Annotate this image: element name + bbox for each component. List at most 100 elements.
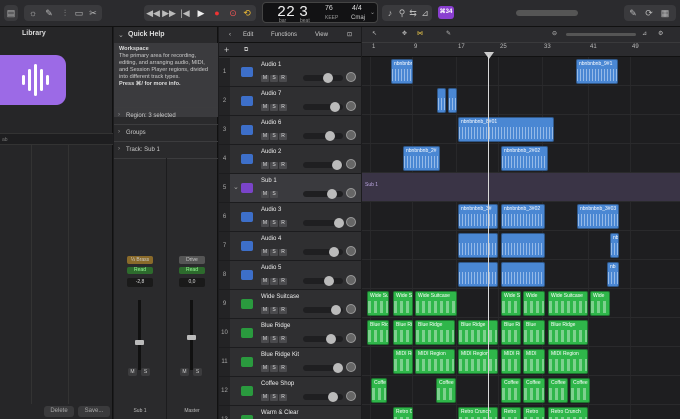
snap-icon[interactable]: ⋈ xyxy=(417,30,423,37)
track-header-2[interactable]: 2 Audio 7 MSR xyxy=(219,87,361,116)
pan-knob[interactable] xyxy=(346,362,356,372)
track-name[interactable]: Audio 1 xyxy=(261,62,281,68)
pan-knob[interactable] xyxy=(346,72,356,82)
loops-icon[interactable]: ⟳ xyxy=(642,6,656,20)
audio-region[interactable]: nbnbnbnb_8#01 xyxy=(458,117,554,142)
fader-sub1[interactable] xyxy=(138,300,141,370)
zoom-icon[interactable]: ⊖ xyxy=(552,30,557,37)
track-header-13[interactable]: 13Warm & ClearMSR xyxy=(219,406,361,419)
midi-region[interactable]: Blue xyxy=(523,320,545,345)
automation-mode[interactable]: Read xyxy=(127,267,153,274)
back-icon[interactable]: ‹ xyxy=(225,30,235,40)
audio-region[interactable] xyxy=(458,262,498,287)
pan-knob[interactable] xyxy=(346,130,356,140)
audio-region[interactable]: nb xyxy=(607,262,619,287)
track-header-4[interactable]: 4 Audio 2 MSR xyxy=(219,145,361,174)
mute-button[interactable]: M xyxy=(261,133,269,140)
track-inspector[interactable]: › Track: Sub 1 xyxy=(114,141,218,158)
track-header-6[interactable]: 6 Audio 3 MSR xyxy=(219,203,361,232)
midi-region[interactable]: Retro xyxy=(501,407,521,419)
midi-region[interactable]: Coffee xyxy=(548,378,568,403)
midi-region[interactable]: Wide Suitcase xyxy=(548,291,588,316)
automation-mode[interactable]: Read xyxy=(179,267,205,274)
scissors-icon[interactable]: ✂ xyxy=(86,6,100,20)
playhead[interactable] xyxy=(488,55,489,419)
audio-region[interactable] xyxy=(501,262,545,287)
midi-region[interactable]: Coffee xyxy=(523,378,545,403)
midi-region[interactable]: Blue Ridge xyxy=(458,320,498,345)
solo-button[interactable]: S xyxy=(270,336,278,343)
mute-button[interactable]: M xyxy=(261,191,269,198)
audio-region[interactable]: nbnbnbnb_3#03 xyxy=(577,204,619,229)
patch-icon[interactable] xyxy=(0,55,66,105)
track-name[interactable]: Audio 6 xyxy=(261,120,281,126)
fader-knob-sub1[interactable] xyxy=(135,340,144,345)
volume-knob[interactable] xyxy=(334,218,344,228)
mute-button[interactable]: M xyxy=(261,278,269,285)
record-enable-button[interactable]: R xyxy=(279,162,287,169)
solo-button[interactable]: S xyxy=(270,249,278,256)
audio-region[interactable]: nbnbnbnb_9#1 xyxy=(576,59,618,84)
midi-region[interactable]: Blue Ridge xyxy=(367,320,389,345)
fader-knob-master[interactable] xyxy=(187,335,196,340)
region-inspector[interactable]: › Region: 3 selected xyxy=(114,107,218,124)
solo-button[interactable]: S xyxy=(270,220,278,227)
midi-region[interactable]: MIDI Region xyxy=(415,349,455,374)
volume-knob[interactable] xyxy=(324,276,334,286)
midi-region[interactable]: Retro C xyxy=(393,407,413,419)
mute-button[interactable]: M xyxy=(261,162,269,169)
audio-region[interactable]: nbnbnbnb xyxy=(391,59,413,84)
record-enable-button[interactable]: R xyxy=(279,133,287,140)
mute-button[interactable]: M xyxy=(261,104,269,111)
record-enable-button[interactable]: R xyxy=(279,220,287,227)
midi-region[interactable]: MIDI Region xyxy=(548,349,588,374)
midi-region[interactable]: MIDI Region xyxy=(458,349,498,374)
midi-region[interactable]: Coffee xyxy=(501,378,521,403)
delete-button[interactable]: Delete xyxy=(44,406,74,417)
mute-button[interactable]: M xyxy=(180,368,189,376)
to-start-icon[interactable]: |◀ xyxy=(178,6,192,20)
midi-region[interactable]: Wide xyxy=(590,291,610,316)
pan-knob[interactable] xyxy=(346,159,356,169)
track-name[interactable]: Warm & Clear xyxy=(261,410,298,416)
track-name[interactable]: Audio 3 xyxy=(261,207,281,213)
midi-region[interactable]: Wide Su xyxy=(367,291,389,316)
track-name[interactable]: Coffee Shop xyxy=(261,381,294,387)
lcd-display[interactable]: 22 3 bar beat 76 KEEP 4/4 Cmaj ⌄ xyxy=(262,2,378,24)
midi-region[interactable]: Blue Ridge xyxy=(415,320,455,345)
midi-region[interactable]: Wide xyxy=(523,291,545,316)
quick-help-title[interactable]: Quick Help xyxy=(114,27,218,43)
track-header-7[interactable]: 7 Audio 4 MSR xyxy=(219,232,361,261)
midi-region[interactable]: Wide Suitcase xyxy=(415,291,457,316)
mute-button[interactable]: M xyxy=(261,394,269,401)
settings-icon[interactable]: ⚙ xyxy=(658,30,663,37)
audio-region[interactable] xyxy=(437,88,446,113)
volume-knob[interactable] xyxy=(328,392,338,402)
volume-knob[interactable] xyxy=(329,247,339,257)
audio-region[interactable]: nbnbnbnb_3#02 xyxy=(501,204,545,229)
audio-region[interactable]: nbnbnbnb_2# xyxy=(403,146,440,171)
record-enable-button[interactable]: R xyxy=(279,394,287,401)
pan-knob[interactable] xyxy=(346,391,356,401)
pan-knob[interactable] xyxy=(346,246,356,256)
midi-region[interactable]: Blue Ridge xyxy=(501,320,521,345)
midi-region[interactable]: Retro Crunch xyxy=(548,407,588,419)
volume-knob[interactable] xyxy=(331,305,341,315)
volume-knob[interactable] xyxy=(327,189,337,199)
solo-button[interactable]: S xyxy=(270,394,278,401)
track-lane[interactable] xyxy=(362,376,680,405)
capture-record-icon[interactable]: ⊙ xyxy=(226,6,240,20)
track-header-3[interactable]: 3 Audio 6 MSR xyxy=(219,116,361,145)
volume-knob[interactable] xyxy=(333,363,343,373)
pencil-icon[interactable]: ✎ xyxy=(42,6,56,20)
mute-button[interactable]: M xyxy=(261,365,269,372)
midi-region[interactable]: Retro Crunch xyxy=(458,407,498,419)
mouse-tool-icon[interactable]: ✥ xyxy=(402,30,407,37)
notes-icon[interactable]: ✎ xyxy=(626,6,640,20)
track-name[interactable]: Audio 2 xyxy=(261,149,281,155)
midi-region[interactable]: Wide Su xyxy=(393,291,413,316)
view-menu[interactable]: View xyxy=(315,30,328,40)
pan-knob[interactable] xyxy=(346,304,356,314)
volume-slider[interactable] xyxy=(303,336,343,342)
master-volume-slider[interactable] xyxy=(516,10,578,16)
